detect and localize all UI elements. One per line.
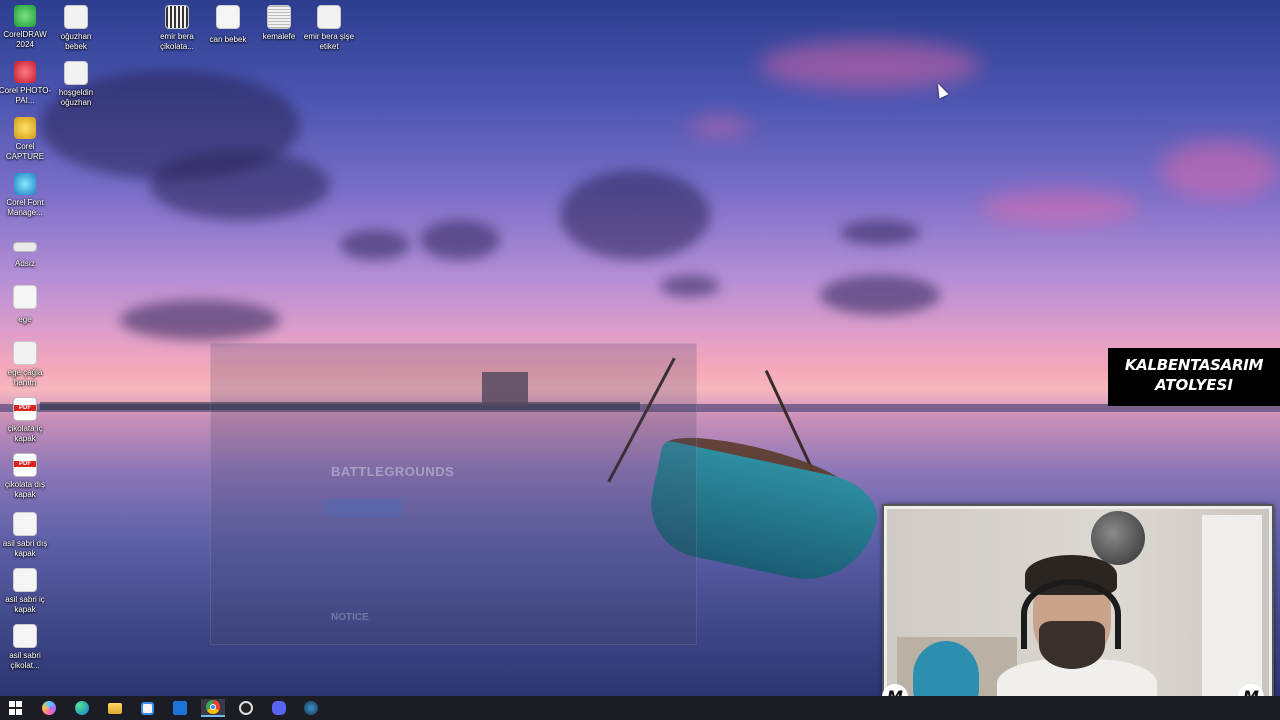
obs-icon: [239, 701, 253, 715]
discord-icon: [272, 701, 286, 715]
file-explorer-button[interactable]: [103, 699, 127, 717]
desktop-icon-adsiz[interactable]: Adsız: [0, 236, 52, 269]
corel-font-manager-icon: [14, 173, 36, 195]
pdf-badge: PDF: [14, 461, 36, 467]
desktop-icon-label: çikolata dış kapak: [4, 480, 46, 499]
desktop-icon-label: çikolata iç kapak: [7, 424, 43, 443]
cloud: [820, 275, 940, 315]
desktop-icon-label: can bebek: [209, 35, 247, 44]
document-icon: [64, 61, 88, 85]
desktop-icon-label: CorelDRAW 2024: [3, 30, 47, 49]
pdf-badge: PDF: [14, 405, 36, 411]
desktop-icon-label: Adsız: [14, 259, 35, 268]
ghost-window-button: [323, 499, 403, 517]
store-button[interactable]: [135, 699, 159, 717]
ghost-window-notice: NOTICE: [331, 612, 369, 623]
image-file-icon: [13, 568, 37, 592]
desktop-icon-asil-sabri-dis-kapak[interactable]: asil sabri dış kapak: [0, 512, 52, 559]
webcam-overlay: [884, 506, 1272, 720]
image-file-icon: [13, 624, 37, 648]
desktop-icon-label: Corel CAPTURE: [5, 142, 45, 161]
faded-launcher-window: BATTLEGROUNDS NOTICE: [210, 343, 697, 645]
desktop-icon-asil-sabri-cikolata[interactable]: asil sabri çikolat...: [0, 624, 52, 671]
stream-logo-banner: KALBENTASARIM ATOLYESI: [1108, 348, 1280, 406]
chrome-button[interactable]: [201, 699, 225, 717]
desktop-icon-ege-cagla-hanim[interactable]: ege çağla hanım: [0, 341, 52, 388]
desktop-icon-label: ege çağla hanım: [7, 368, 43, 387]
desktop-icon-label: asil sabri iç kapak: [5, 595, 45, 614]
store-icon: [140, 701, 154, 715]
desktop-icon-label: emir bera çikolata...: [160, 32, 194, 51]
desktop-icon-cikolata-ic-kapak[interactable]: PDF çikolata iç kapak: [0, 397, 52, 444]
file-icon: [13, 285, 37, 309]
corel-photo-paint-icon: [14, 61, 36, 83]
desktop-icon-label: emir bera şişe etiket: [303, 32, 355, 51]
desktop-icon-corel-capture[interactable]: Corel CAPTURE: [0, 117, 52, 162]
cloud: [690, 118, 750, 136]
image-file-icon: [13, 512, 37, 536]
headset: [1021, 579, 1121, 649]
cloud: [760, 40, 980, 90]
desktop-icon-label: asil sabri dış kapak: [2, 539, 48, 558]
copilot-icon: [42, 701, 56, 715]
mail-button[interactable]: [168, 699, 192, 717]
obs-button[interactable]: [234, 699, 258, 717]
coreldraw-icon: [14, 5, 36, 27]
corel-capture-icon: [14, 117, 36, 139]
desktop-icon-label: Corel Font Manage...: [6, 198, 44, 217]
desktop-icon-corel-font-manager[interactable]: Corel Font Manage...: [0, 173, 52, 218]
desktop-icon-corel-photo-paint[interactable]: Corel PHOTO-PAI...: [0, 61, 52, 106]
mail-icon: [173, 701, 187, 715]
cloud: [420, 220, 500, 260]
document-icon: [317, 5, 341, 29]
desktop-icon-label: oğuzhan bebek: [60, 32, 92, 51]
document-icon: [165, 5, 189, 29]
document-icon: [267, 5, 291, 29]
steam-icon: [304, 701, 318, 715]
desktop-icon-coreldraw[interactable]: CorelDRAW 2024: [0, 5, 52, 50]
logo-line-2: ATOLYESI: [1155, 376, 1233, 394]
folder-icon: [108, 702, 122, 714]
edge-icon: [75, 701, 89, 715]
desktop-icon-ege[interactable]: ege: [0, 285, 52, 325]
cloud: [1160, 140, 1280, 200]
start-button[interactable]: [4, 699, 28, 717]
pdf-icon: PDF: [13, 397, 37, 421]
discord-button[interactable]: [267, 699, 291, 717]
desktop-icon-cikolata-dis-kapak[interactable]: PDF çikolata dış kapak: [0, 453, 52, 500]
file-icon: [13, 242, 37, 252]
steam-button[interactable]: [299, 699, 323, 717]
cloud: [340, 230, 410, 260]
moon-lamp: [1091, 511, 1145, 565]
desktop-icon-emir-bera-cikolata[interactable]: emir bera çikolata...: [150, 5, 204, 52]
cloud: [660, 275, 720, 297]
desktop-icon-kemalefe[interactable]: kemalefe: [252, 5, 306, 42]
desktop-icon-label: kemalefe: [262, 32, 296, 41]
desktop-icon-hosgeldin-oguzhan[interactable]: hoşgeldin oğuzhan: [49, 61, 103, 108]
desktop-icon-emir-bera-sise-etiket[interactable]: emir bera şişe etiket: [302, 5, 356, 52]
cloud: [150, 150, 330, 220]
desktop-icon-label: Corel PHOTO-PAI...: [0, 86, 52, 105]
desktop-icon-oguzhan-bebek[interactable]: oğuzhan bebek: [49, 5, 103, 52]
desktop-icon-label: asil sabri çikolat...: [9, 651, 41, 670]
desktop-icon-label: hoşgeldin oğuzhan: [58, 88, 94, 107]
pdf-icon: PDF: [13, 453, 37, 477]
cloud: [980, 190, 1140, 225]
cloud: [120, 300, 280, 340]
logo-line-1: KALBENTASARIM: [1124, 356, 1264, 374]
document-icon: [64, 5, 88, 29]
image-file-icon: [216, 5, 240, 29]
desktop-icon-can-bebek[interactable]: can bebek: [201, 5, 255, 45]
document-icon: [13, 341, 37, 365]
desktop-icon-asil-sabri-ic-kapak[interactable]: asil sabri iç kapak: [0, 568, 52, 615]
chrome-icon: [206, 700, 220, 714]
windows-icon: [9, 701, 23, 715]
edge-button[interactable]: [70, 699, 94, 717]
copilot-button[interactable]: [37, 699, 61, 717]
taskbar: [0, 696, 1280, 720]
desktop-icon-label: ege: [18, 315, 32, 324]
cloud: [840, 220, 920, 245]
cloud: [560, 170, 710, 260]
ghost-window-title: BATTLEGROUNDS: [331, 464, 455, 479]
